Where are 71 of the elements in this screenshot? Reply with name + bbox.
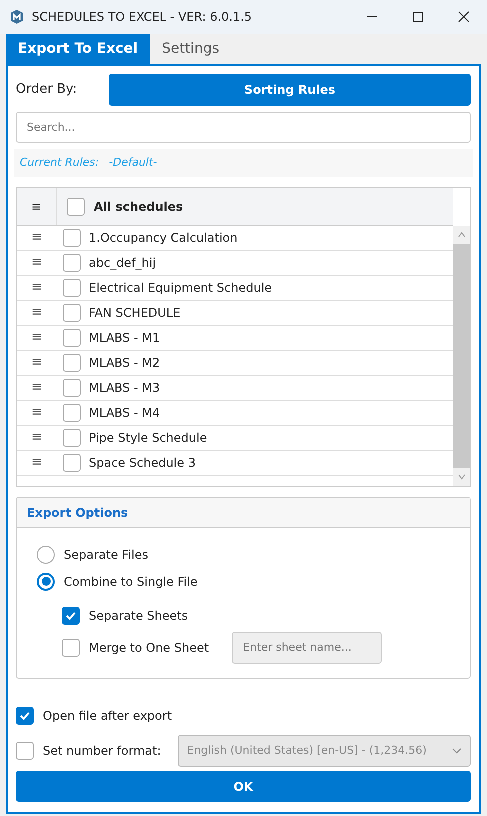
- checkbox[interactable]: [63, 279, 81, 297]
- schedule-name: MLABS - M2: [89, 355, 160, 372]
- drag-handle-icon[interactable]: ≡: [17, 228, 57, 248]
- checkbox[interactable]: [62, 638, 80, 657]
- table-row[interactable]: ≡ MLABS - M1: [17, 326, 453, 351]
- table-row[interactable]: ≡ Pipe Style Schedule: [17, 426, 453, 451]
- checkbox-label: Separate Sheets: [89, 608, 188, 626]
- checkbox[interactable]: [63, 329, 81, 347]
- schedule-name: MLABS - M1: [89, 330, 160, 347]
- maximize-icon: [412, 11, 424, 23]
- table-row[interactable]: ≡ MLABS - M4: [17, 401, 453, 426]
- table-row[interactable]: ≡ Electrical Equipment Schedule: [17, 276, 453, 301]
- drag-handle-icon[interactable]: ≡: [17, 453, 57, 473]
- schedule-name: MLABS - M3: [89, 380, 160, 397]
- table-row[interactable]: ≡ abc_def_hij: [17, 251, 453, 276]
- radio-button[interactable]: [37, 546, 55, 564]
- table-row[interactable]: ≡ Space Schedule 3: [17, 451, 453, 476]
- table-row[interactable]: ≡ MLABS - M2: [17, 351, 453, 376]
- checkbox[interactable]: [63, 429, 81, 447]
- checkbox[interactable]: [63, 404, 81, 422]
- radio-label: Combine to Single File: [64, 574, 198, 591]
- table-row[interactable]: ≡ 1.Occupancy Calculation: [17, 226, 453, 251]
- export-options-title: Export Options: [17, 498, 470, 528]
- schedule-name: FAN SCHEDULE: [89, 305, 181, 322]
- drag-handle-icon[interactable]: ≡: [17, 328, 57, 348]
- checkbox[interactable]: [63, 379, 81, 397]
- radio-label: Separate Files: [64, 547, 148, 564]
- drag-handle-icon[interactable]: ≡: [17, 353, 57, 373]
- window-title: SCHEDULES TO EXCEL - VER: 6.0.1.5: [32, 9, 254, 26]
- drag-handle-icon[interactable]: ≡: [17, 278, 57, 298]
- search-field[interactable]: Search...: [16, 112, 471, 143]
- radio-button[interactable]: [37, 572, 55, 591]
- checkbox[interactable]: [63, 454, 81, 472]
- drag-handle-icon[interactable]: ≡: [17, 428, 57, 448]
- tab[interactable]: Settings: [150, 34, 232, 64]
- schedule-name: Electrical Equipment Schedule: [89, 280, 272, 297]
- scroll-up-icon[interactable]: [456, 230, 466, 240]
- drag-handle-icon[interactable]: ≡: [17, 303, 57, 323]
- sorting-rules-button[interactable]: Sorting Rules: [109, 74, 471, 106]
- schedule-name: Space Schedule 3: [89, 455, 196, 472]
- app-logo-icon: [10, 10, 24, 24]
- close-icon: [458, 11, 470, 23]
- drag-handle-icon[interactable]: ≡: [17, 253, 57, 273]
- checkbox[interactable]: [63, 304, 81, 322]
- column-header: All schedules: [94, 198, 184, 216]
- check-icon: [65, 610, 77, 622]
- checkbox[interactable]: [63, 229, 81, 247]
- checkbox[interactable]: [67, 198, 85, 216]
- check-icon: [19, 710, 31, 722]
- current-rules-value: -Default-: [109, 154, 158, 171]
- schedule-name: Pipe Style Schedule: [89, 430, 208, 447]
- tab[interactable]: Export To Excel: [6, 34, 150, 64]
- table-row[interactable]: ≡ FAN SCHEDULE: [17, 301, 453, 326]
- chevron-down-icon: [452, 746, 462, 756]
- schedule-name: 1.Occupancy Calculation: [89, 230, 238, 247]
- current-rules-label: Current Rules:: [20, 154, 100, 171]
- checkbox[interactable]: [16, 707, 34, 725]
- checkbox[interactable]: [62, 607, 80, 626]
- schedule-name: MLABS - M4: [89, 405, 160, 422]
- order-by-label: Order By:: [16, 81, 78, 100]
- table-row[interactable]: ≡ MLABS - M3: [17, 376, 453, 401]
- scroll-down-icon[interactable]: [456, 472, 466, 482]
- checkbox[interactable]: [63, 354, 81, 372]
- checkbox[interactable]: [63, 254, 81, 272]
- drag-handle-icon[interactable]: ≡: [17, 378, 57, 398]
- schedule-name: abc_def_hij: [89, 255, 156, 272]
- drag-handle-icon[interactable]: ≡: [17, 403, 57, 423]
- ok-button[interactable]: OK: [16, 771, 471, 802]
- checkbox-label: Merge to One Sheet: [89, 640, 210, 657]
- checkbox-label: Open file after export: [43, 708, 172, 725]
- checkbox-label: Set number format:: [43, 743, 162, 760]
